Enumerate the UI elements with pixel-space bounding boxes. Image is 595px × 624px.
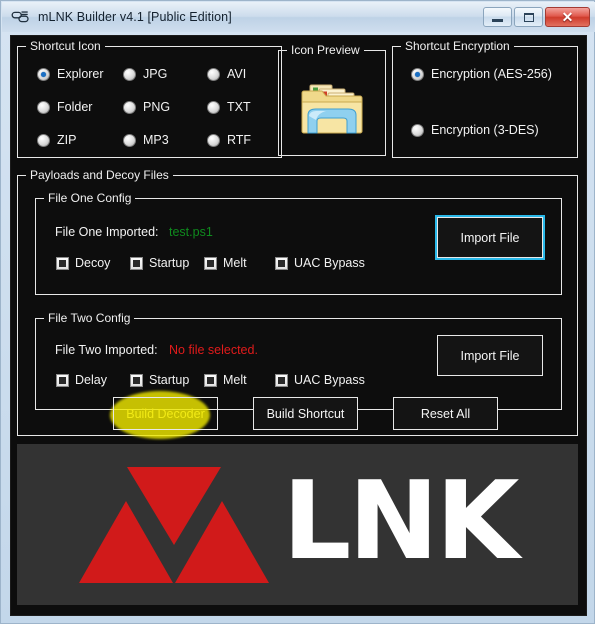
checkbox-file-two-melt-box — [204, 373, 217, 387]
checkbox-file-one-startup[interactable]: Startup — [130, 256, 189, 270]
radio-zip-indicator — [37, 133, 50, 147]
triple-triangle-m-logo-icon — [78, 465, 269, 585]
radio-rtf-label: RTF — [227, 133, 252, 147]
radio-explorer-label: Explorer — [57, 67, 104, 81]
minimize-button[interactable] — [483, 7, 512, 27]
client-area: Shortcut Icon Explorer JPG AVI Folder PN… — [10, 35, 587, 616]
application-window: mLNK Builder v4.1 [Public Edition] ✕ Sho… — [0, 0, 595, 624]
radio-txt-indicator — [207, 100, 220, 114]
checkbox-file-two-startup-box — [130, 373, 143, 387]
close-icon: ✕ — [561, 9, 574, 25]
radio-jpg-indicator — [123, 67, 136, 81]
main-panel: Shortcut Icon Explorer JPG AVI Folder PN… — [11, 36, 586, 615]
checkbox-file-one-melt-box — [204, 256, 217, 270]
radio-rtf-indicator — [207, 133, 220, 147]
file-two-import-file-button[interactable]: Import File — [437, 335, 543, 376]
radio-encryption-aes256-indicator — [411, 67, 424, 81]
file-two-imported-label: File Two Imported: — [55, 343, 158, 357]
checkbox-file-two-delay[interactable]: Delay — [56, 373, 107, 387]
checkbox-file-one-startup-box — [130, 256, 143, 270]
radio-txt[interactable]: TXT — [207, 100, 251, 114]
checkbox-file-two-uac-bypass[interactable]: UAC Bypass — [275, 373, 365, 387]
windows-explorer-folder-icon — [300, 79, 364, 139]
window-title: mLNK Builder v4.1 [Public Edition] — [38, 10, 232, 24]
checkbox-file-one-uac-bypass-label: UAC Bypass — [294, 256, 365, 270]
radio-folder[interactable]: Folder — [37, 100, 92, 114]
maximize-button[interactable] — [514, 7, 543, 27]
radio-avi-label: AVI — [227, 67, 247, 81]
radio-png-label: PNG — [143, 100, 171, 114]
maximize-icon — [523, 12, 534, 22]
checkbox-file-two-delay-label: Delay — [75, 373, 107, 387]
shortcut-icon-group: Shortcut Icon Explorer JPG AVI Folder PN… — [17, 39, 282, 158]
radio-explorer-indicator — [37, 67, 50, 81]
shortcut-icon-legend: Shortcut Icon — [26, 39, 105, 53]
checkbox-file-two-uac-bypass-label: UAC Bypass — [294, 373, 365, 387]
checkbox-file-one-decoy[interactable]: Decoy — [56, 256, 110, 270]
shortcut-encryption-group: Shortcut Encryption Encryption (AES-256)… — [392, 39, 578, 158]
file-two-config-legend: File Two Config — [44, 311, 135, 325]
radio-explorer[interactable]: Explorer — [37, 67, 104, 81]
payloads-legend: Payloads and Decoy Files — [26, 168, 173, 182]
payloads-and-decoy-files-group: Payloads and Decoy Files File One Config… — [17, 168, 578, 439]
radio-jpg-label: JPG — [143, 67, 168, 81]
shortcut-encryption-legend: Shortcut Encryption — [401, 39, 514, 53]
checkbox-file-two-melt-label: Melt — [223, 373, 247, 387]
checkbox-file-two-uac-bypass-box — [275, 373, 288, 387]
file-one-imported-label: File One Imported: — [55, 225, 159, 239]
radio-encryption-3des-indicator — [411, 123, 424, 137]
build-shortcut-button[interactable]: Build Shortcut — [253, 397, 358, 430]
checkbox-file-one-uac-bypass[interactable]: UAC Bypass — [275, 256, 365, 270]
radio-avi-indicator — [207, 67, 220, 81]
radio-mp3-label: MP3 — [143, 133, 169, 147]
checkbox-file-one-uac-bypass-box — [275, 256, 288, 270]
checkbox-file-two-delay-box — [56, 373, 69, 387]
logo-inner: LNK — [17, 444, 578, 605]
radio-folder-label: Folder — [57, 100, 93, 114]
radio-encryption-aes256-label: Encryption (AES-256) — [431, 67, 552, 81]
file-one-import-file-button[interactable]: Import File — [435, 215, 545, 260]
radio-zip[interactable]: ZIP — [37, 133, 76, 147]
radio-encryption-aes256[interactable]: Encryption (AES-256) — [411, 67, 552, 81]
icon-preview-legend: Icon Preview — [287, 43, 364, 57]
checkbox-file-one-decoy-label: Decoy — [75, 256, 111, 270]
minimize-icon — [492, 19, 503, 22]
mlnk-logo-banner: LNK — [17, 444, 578, 605]
checkbox-file-one-melt-label: Melt — [223, 256, 247, 270]
title-bar: mLNK Builder v4.1 [Public Edition] ✕ — [2, 2, 595, 32]
close-button[interactable]: ✕ — [545, 7, 590, 27]
window-controls: ✕ — [483, 7, 590, 27]
radio-folder-indicator — [37, 100, 50, 114]
radio-jpg[interactable]: JPG — [123, 67, 167, 81]
reset-all-button[interactable]: Reset All — [393, 397, 498, 430]
radio-encryption-3des-label: Encryption (3-DES) — [431, 123, 539, 137]
chain-link-icon — [11, 8, 31, 26]
radio-png[interactable]: PNG — [123, 100, 170, 114]
radio-rtf[interactable]: RTF — [207, 133, 251, 147]
radio-zip-label: ZIP — [57, 133, 77, 147]
screenshot-root: mLNK Builder v4.1 [Public Edition] ✕ Sho… — [0, 0, 595, 624]
file-one-config-group: File One Config File One Imported: test.… — [35, 191, 562, 295]
radio-avi[interactable]: AVI — [207, 67, 246, 81]
radio-txt-label: TXT — [227, 100, 251, 114]
build-decoder-button[interactable]: Build Decoder — [113, 397, 218, 430]
file-one-imported-value: test.ps1 — [169, 225, 213, 239]
checkbox-file-two-startup-label: Startup — [149, 373, 190, 387]
checkbox-file-one-startup-label: Startup — [149, 256, 190, 270]
radio-png-indicator — [123, 100, 136, 114]
checkbox-file-one-melt[interactable]: Melt — [204, 256, 247, 270]
checkbox-file-two-melt[interactable]: Melt — [204, 373, 247, 387]
checkbox-file-one-decoy-box — [56, 256, 69, 270]
file-one-config-legend: File One Config — [44, 191, 136, 205]
logo-wordmark: LNK — [282, 458, 520, 584]
radio-mp3-indicator — [123, 133, 136, 147]
radio-encryption-3des[interactable]: Encryption (3-DES) — [411, 123, 539, 137]
file-two-imported-value: No file selected. — [169, 343, 258, 357]
radio-mp3[interactable]: MP3 — [123, 133, 169, 147]
checkbox-file-two-startup[interactable]: Startup — [130, 373, 189, 387]
icon-preview-group: Icon Preview — [278, 43, 386, 156]
